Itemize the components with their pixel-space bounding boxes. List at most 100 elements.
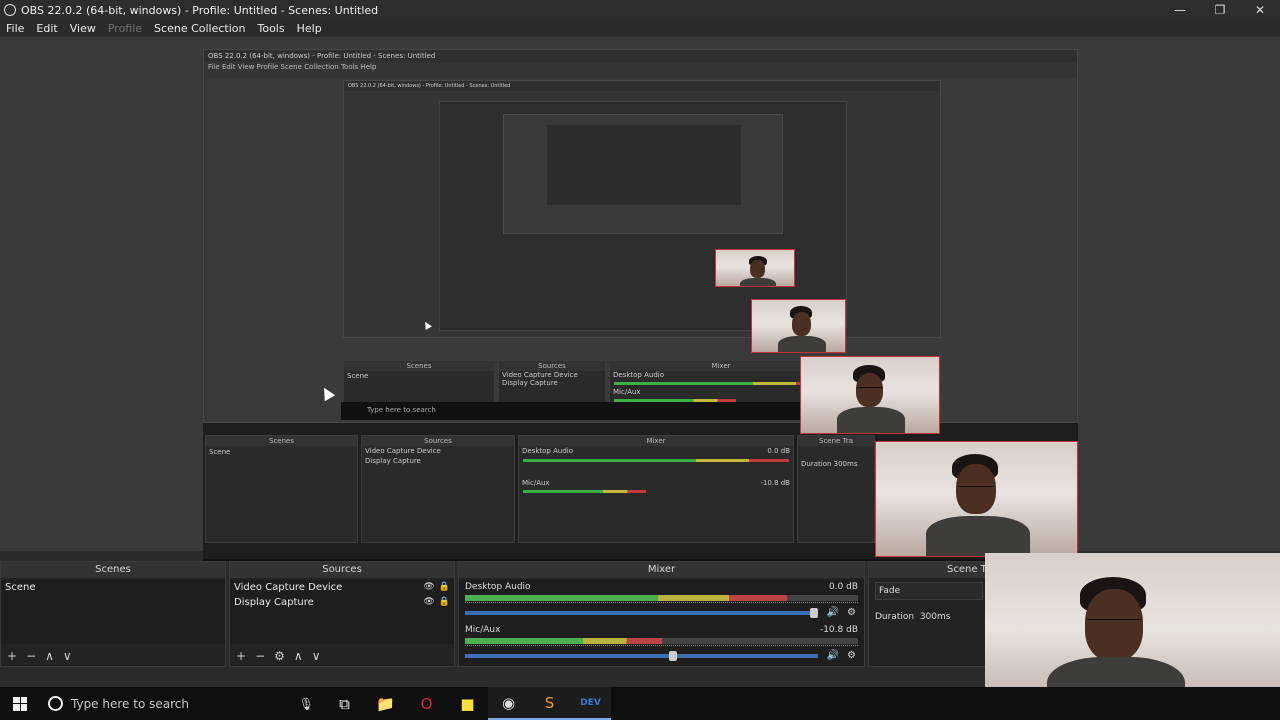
nested-main-mixer-header: Mixer [519, 436, 793, 446]
file-explorer-icon[interactable]: 📁 [365, 687, 406, 720]
source-properties-button[interactable]: ⚙ [274, 649, 285, 663]
sources-header: Sources [230, 562, 454, 578]
volume-meter-fill [465, 638, 662, 644]
window-controls: — ❐ ✕ [1160, 0, 1280, 20]
gear-icon[interactable]: ⚙ [847, 650, 856, 661]
move-scene-up-button[interactable]: ∧ [45, 649, 54, 663]
mute-icon[interactable]: 🔊 [827, 650, 839, 661]
webcam-frame-xlarge [875, 441, 1078, 557]
channel-name: Mic/Aux [465, 625, 501, 635]
duration-input[interactable]: 300ms [920, 612, 951, 622]
nested-main-transitions-dock: Scene Tra Duration 300ms [797, 435, 875, 543]
restore-button[interactable]: ❐ [1200, 0, 1240, 20]
start-button[interactable] [0, 696, 40, 711]
dev-tool-icon[interactable]: DEV [570, 687, 611, 720]
task-view-icon[interactable]: ⧉ [324, 687, 365, 720]
nested-main-mixer-dock: Mixer Desktop Audio 0.0 dB Mic/Aux -10.8 d… [518, 435, 794, 543]
window-titlebar: OBS 22.0.2 (64-bit, windows) - Profile: … [0, 0, 1280, 20]
channel-db: -10.8 dB [819, 625, 858, 635]
meter-ticks [465, 645, 858, 650]
nested-main-desktop-meter [523, 459, 789, 462]
sources-toolbar: + − ⚙ ∧ ∨ [230, 646, 454, 666]
nested-obs-window-5 [547, 125, 741, 205]
nested-main-sources-header: Sources [362, 436, 514, 446]
menu-edit[interactable]: Edit [30, 20, 63, 37]
nested-obs-window-4 [503, 114, 783, 234]
sources-list[interactable]: Video Capture Device 👁 🔒 Display Capture … [230, 580, 454, 644]
nested-main-desktop-audio: Desktop Audio [522, 447, 573, 455]
duration-label: Duration [875, 612, 915, 622]
add-source-button[interactable]: + [236, 649, 246, 663]
preview-area[interactable]: OBS 22.0.2 (64-bit, windows) - Profile: … [0, 37, 1280, 581]
nested-main-mic-meter [523, 490, 647, 493]
scenes-list[interactable]: Scene [1, 580, 225, 644]
mixer-header: Mixer [459, 562, 864, 578]
minimize-button[interactable]: — [1160, 0, 1200, 20]
remove-source-button[interactable]: − [255, 649, 265, 663]
move-source-up-button[interactable]: ∧ [294, 649, 303, 663]
opera-icon[interactable]: O [406, 687, 447, 720]
window-title: OBS 22.0.2 (64-bit, windows) - Profile: … [21, 3, 379, 17]
obs-icon[interactable]: ◉ [488, 687, 529, 720]
nested-main-sources-dock: Sources Video Capture Device Display Cap… [361, 435, 515, 543]
nested-window-title: OBS 22.0.2 (64-bit, windows) - Profile: … [204, 50, 1077, 62]
gear-icon[interactable]: ⚙ [847, 607, 856, 618]
mixer-channel: Mic/Aux -10.8 dB 🔊 ⚙ [459, 623, 864, 666]
volume-slider[interactable] [465, 651, 818, 661]
remove-scene-button[interactable]: − [26, 649, 36, 663]
menu-scene-collection[interactable]: Scene Collection [148, 20, 251, 37]
lock-icon[interactable]: 🔒 [439, 582, 450, 593]
mixer-channel: Desktop Audio 0.0 dB 🔊 ⚙ [459, 580, 864, 623]
volume-meter [465, 595, 858, 601]
source-item-label: Display Capture [234, 597, 314, 608]
nested-main-scene-item: Scene [209, 448, 231, 456]
menu-bar: File Edit View Profile Scene Collection … [0, 20, 1280, 37]
scenes-header: Scenes [1, 562, 225, 578]
microphone-icon[interactable]: 🎙 [299, 697, 314, 711]
nested-scenes-dock: Scenes Scene [343, 360, 495, 408]
nested-obs-window-3 [439, 101, 847, 331]
eye-icon[interactable]: 👁 [423, 582, 434, 593]
volume-meter-fill [465, 595, 788, 601]
dock-area: Scenes Scene + − ∧ ∨ Sources Video Captu… [0, 553, 1280, 720]
scene-item[interactable]: Scene [1, 580, 225, 595]
cortana-icon [48, 696, 63, 711]
webcam-frame-medium [751, 299, 846, 353]
volume-slider[interactable] [465, 608, 818, 618]
nested-mic-aux: Mic/Aux [613, 388, 641, 396]
add-scene-button[interactable]: + [7, 649, 17, 663]
taskbar-apps: ⧉ 📁 O ■ ◉ S DEV [324, 687, 611, 720]
nested-main-transitions-header: Scene Tra [798, 436, 874, 446]
close-button[interactable]: ✕ [1240, 0, 1280, 20]
search-placeholder: Type here to search [71, 696, 189, 711]
volume-slider-handle[interactable] [810, 608, 818, 618]
lock-icon[interactable]: 🔒 [439, 597, 450, 608]
sublime-icon[interactable]: S [529, 687, 570, 720]
menu-tools[interactable]: Tools [252, 20, 291, 37]
sticky-notes-icon[interactable]: ■ [447, 687, 488, 720]
channel-name: Desktop Audio [465, 582, 531, 592]
mixer-body: Desktop Audio 0.0 dB 🔊 ⚙ Mic/Aux -10.8 dB 🔊… [459, 580, 864, 666]
nested-window-title-2: OBS 22.0.2 (64-bit, windows) - Profile: … [344, 81, 940, 91]
menu-file[interactable]: File [0, 20, 30, 37]
volume-slider-handle[interactable] [668, 651, 677, 661]
webcam-frame-small [715, 249, 795, 287]
scenes-dock: Scenes Scene + − ∧ ∨ [0, 561, 226, 667]
scenes-toolbar: + − ∧ ∨ [1, 646, 225, 666]
transition-select[interactable]: Fade [875, 582, 983, 600]
mute-icon[interactable]: 🔊 [827, 607, 839, 618]
menu-help[interactable]: Help [291, 20, 328, 37]
menu-view[interactable]: View [64, 20, 102, 37]
nested-main-scenes-dock: Scenes Scene [205, 435, 358, 543]
source-item[interactable]: Video Capture Device 👁 🔒 [230, 580, 454, 595]
move-scene-down-button[interactable]: ∨ [63, 649, 72, 663]
move-source-down-button[interactable]: ∨ [312, 649, 321, 663]
source-item[interactable]: Display Capture 👁 🔒 [230, 595, 454, 610]
taskbar-search[interactable]: Type here to search 🎙 [40, 687, 324, 720]
nested-desktop-meter [614, 382, 828, 385]
nested-obs-window: OBS 22.0.2 (64-bit, windows) - Profile: … [203, 49, 1078, 423]
eye-icon[interactable]: 👁 [423, 597, 434, 608]
nested-main-desktop-db: 0.0 dB [767, 447, 790, 455]
preview-canvas[interactable]: OBS 22.0.2 (64-bit, windows) - Profile: … [203, 49, 1078, 581]
nested-obs-window-2: OBS 22.0.2 (64-bit, windows) - Profile: … [343, 80, 941, 338]
